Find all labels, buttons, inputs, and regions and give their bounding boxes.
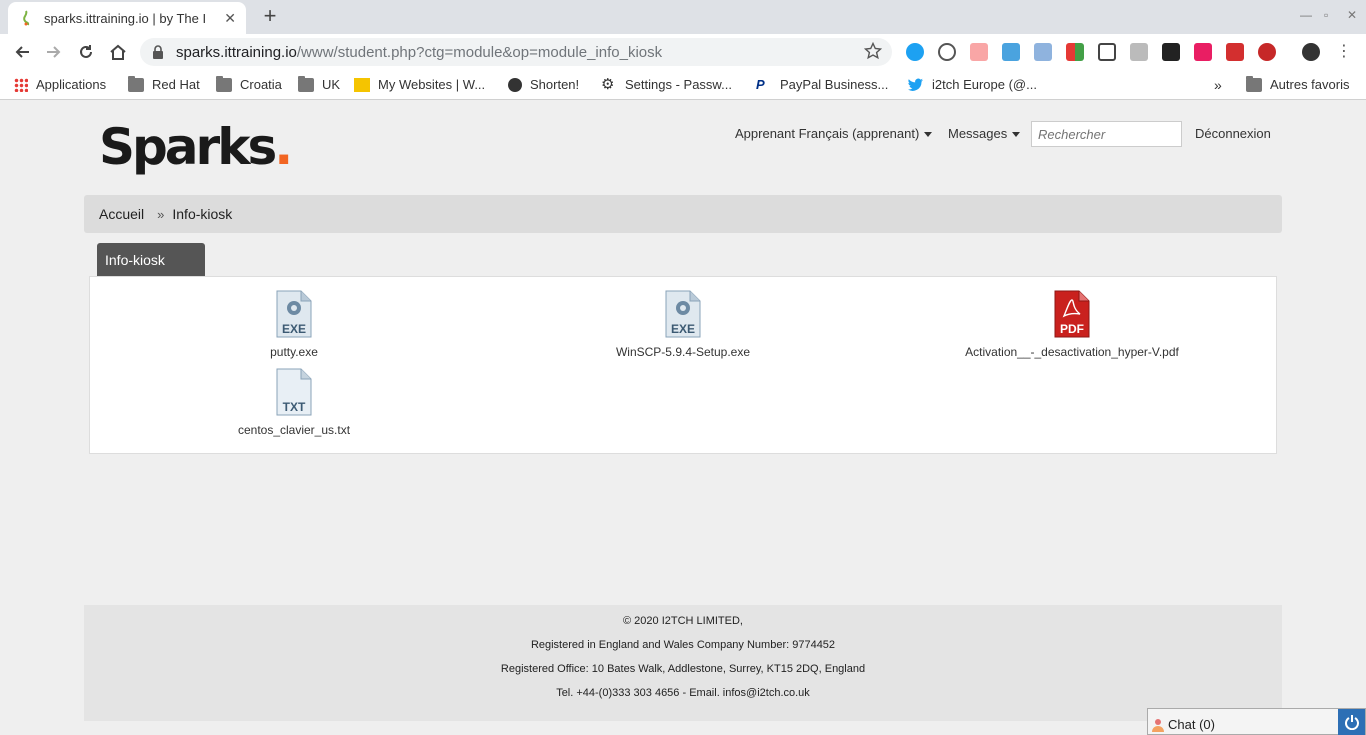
skype-extension-icon[interactable] bbox=[906, 43, 924, 61]
bookmark-other-favorites[interactable]: Autres favoris bbox=[1246, 75, 1349, 92]
reader-extension-icon[interactable] bbox=[1098, 43, 1116, 61]
url-text: sparks.ittraining.io/www/student.php?ctg… bbox=[176, 43, 663, 61]
footer-contact: Tel. +44-(0)333 303 4656 - Email. infos@… bbox=[556, 687, 810, 699]
bookmark-paypal[interactable]: P PayPal Business... bbox=[756, 77, 888, 92]
bookmark-red-hat[interactable]: Red Hat bbox=[128, 75, 200, 92]
breadcrumb-home-link[interactable]: Accueil bbox=[99, 206, 144, 222]
messages-menu[interactable]: Messages bbox=[948, 126, 1021, 141]
user-menu[interactable]: Apprenant Français (apprenant) bbox=[735, 126, 933, 141]
file-name: putty.exe bbox=[270, 345, 318, 359]
file-name: WinSCP-5.9.4-Setup.exe bbox=[615, 345, 751, 359]
pdf-file-icon: PDF bbox=[1054, 290, 1090, 338]
menu-kebab-icon[interactable]: ⋮ bbox=[1336, 43, 1352, 61]
tab-info-kiosk[interactable]: Info-kiosk bbox=[97, 243, 205, 277]
file-item[interactable]: EXE putty.exe bbox=[254, 290, 334, 359]
svg-text:EXE: EXE bbox=[671, 322, 695, 336]
folder-icon bbox=[216, 75, 232, 92]
gear-icon: ⚙ bbox=[601, 75, 615, 93]
home-icon[interactable] bbox=[106, 40, 130, 64]
vivaldi-extension-icon[interactable] bbox=[1258, 43, 1276, 61]
exe-file-icon: EXE bbox=[276, 290, 312, 338]
reload-icon[interactable] bbox=[74, 40, 98, 64]
forward-icon[interactable] bbox=[42, 40, 66, 64]
dropbox-extension-icon[interactable] bbox=[1034, 43, 1052, 61]
bookmark-shorten[interactable]: Shorten! bbox=[508, 77, 579, 92]
bookmark-i2tch-twitter[interactable]: i2tch Europe (@... bbox=[908, 77, 1037, 92]
bookmark-applications[interactable]: Applications bbox=[14, 77, 106, 92]
chat-label-wrap: Chat (0) bbox=[1152, 717, 1215, 732]
twitter-icon bbox=[908, 78, 924, 92]
tools-extension-icon[interactable] bbox=[1130, 43, 1148, 61]
file-item[interactable]: PDF Activation__-_desactivation_hyper-V.… bbox=[947, 290, 1197, 359]
footer-registered-office: Registered Office: 10 Bates Walk, Addles… bbox=[500, 663, 866, 675]
office-extension-icon[interactable] bbox=[1066, 43, 1084, 61]
browser-toolbar: sparks.ittraining.io/www/student.php?ctg… bbox=[0, 34, 1366, 70]
globe-icon bbox=[508, 77, 522, 92]
bookmark-star-icon[interactable] bbox=[863, 41, 883, 65]
svg-text:PDF: PDF bbox=[1060, 322, 1084, 336]
folder-icon bbox=[298, 75, 314, 92]
chat-user-icon bbox=[1152, 718, 1164, 732]
translate-extension-icon[interactable] bbox=[1002, 43, 1020, 61]
search-input[interactable] bbox=[1031, 121, 1182, 147]
address-bar[interactable]: sparks.ittraining.io/www/student.php?ctg… bbox=[140, 38, 892, 66]
mw-logo-icon bbox=[354, 77, 370, 92]
lock-icon bbox=[152, 45, 166, 59]
txt-file-icon: TXT bbox=[276, 368, 312, 416]
svg-text:EXE: EXE bbox=[282, 322, 306, 336]
file-item[interactable]: TXT centos_clavier_us.txt bbox=[224, 368, 364, 437]
folder-icon bbox=[128, 75, 144, 92]
caret-down-icon bbox=[924, 132, 933, 138]
speed-extension-icon[interactable] bbox=[938, 43, 956, 61]
more-bookmarks-icon[interactable]: » bbox=[1214, 77, 1222, 93]
footer: © 2020 I2TCH LIMITED, Registered in Engl… bbox=[84, 605, 1282, 721]
breadcrumb-current: Info-kiosk bbox=[172, 206, 233, 222]
footer-copyright: © 2020 I2TCH LIMITED, bbox=[623, 615, 743, 627]
window-close-icon[interactable]: ✕ bbox=[1347, 8, 1357, 22]
minimize-icon[interactable]: — bbox=[1300, 8, 1312, 22]
h-extension-icon[interactable] bbox=[1162, 43, 1180, 61]
restore-icon[interactable]: ▫ bbox=[1324, 8, 1328, 22]
chat-label: Chat (0) bbox=[1168, 717, 1215, 732]
profile-avatar[interactable] bbox=[1302, 43, 1320, 61]
exe-file-icon: EXE bbox=[665, 290, 701, 338]
browser-tab[interactable]: sparks.ittraining.io | by The I ✕ bbox=[8, 2, 246, 34]
bookmark-my-websites[interactable]: My Websites | W... bbox=[354, 77, 485, 92]
bookmark-uk[interactable]: UK bbox=[298, 75, 340, 92]
logout-link[interactable]: Déconnexion bbox=[1195, 126, 1271, 141]
file-name: Activation__-_desactivation_hyper-V.pdf bbox=[965, 345, 1179, 359]
back-icon[interactable] bbox=[10, 40, 34, 64]
pdf-extension-icon[interactable] bbox=[1226, 43, 1244, 61]
two-extension-icon[interactable] bbox=[1194, 43, 1212, 61]
file-name: centos_clavier_us.txt bbox=[237, 423, 351, 437]
svg-text:TXT: TXT bbox=[283, 400, 306, 414]
sparks-logo[interactable]: Sparks. bbox=[99, 118, 293, 176]
breadcrumb-separator: » bbox=[157, 206, 165, 222]
apps-grid-icon bbox=[14, 77, 28, 92]
tab-title: sparks.ittraining.io | by The I bbox=[44, 10, 207, 26]
cast-extension-icon[interactable] bbox=[970, 43, 988, 61]
tab-close-icon[interactable]: ✕ bbox=[224, 10, 236, 27]
sparks-favicon-icon bbox=[18, 10, 34, 26]
footer-company-number: Registered in England and Wales Company … bbox=[530, 639, 836, 651]
browser-tab-strip: sparks.ittraining.io | by The I ✕ + — ▫ … bbox=[0, 0, 1366, 34]
breadcrumb: Accueil » Info-kiosk bbox=[84, 195, 1282, 233]
bookmarks-bar: Applications Red Hat Croatia UK My Websi… bbox=[0, 70, 1366, 100]
chat-widget[interactable]: Chat (0) bbox=[1147, 708, 1366, 735]
folder-icon bbox=[1246, 75, 1262, 92]
bookmark-croatia[interactable]: Croatia bbox=[216, 75, 282, 92]
new-tab-button[interactable]: + bbox=[258, 4, 282, 28]
bookmark-settings-passwords[interactable]: ⚙ Settings - Passw... bbox=[601, 75, 732, 93]
caret-down-icon bbox=[1012, 132, 1021, 138]
info-kiosk-panel: EXE putty.exe EXE WinSCP-5.9.4-Setup.exe… bbox=[89, 276, 1277, 454]
paypal-icon: P bbox=[756, 76, 765, 92]
file-item[interactable]: EXE WinSCP-5.9.4-Setup.exe bbox=[603, 290, 763, 359]
power-icon[interactable] bbox=[1338, 709, 1365, 735]
